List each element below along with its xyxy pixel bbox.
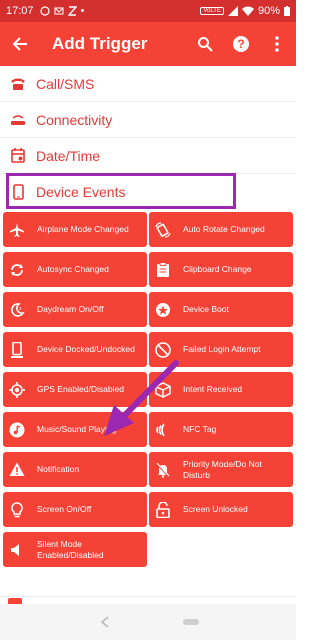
trigger-clipboard[interactable]: Clipboard Change (149, 252, 293, 287)
trigger-device-docked[interactable]: Device Docked/Undocked (3, 332, 147, 367)
tile-label: Clipboard Change (183, 264, 252, 275)
svg-text:z: z (19, 306, 22, 312)
tile-label: NFC Tag (183, 424, 217, 435)
moon-icon: z (9, 302, 25, 318)
category-label: Call/SMS (36, 75, 95, 92)
tile-label: Screen On/Off (37, 504, 92, 515)
cube-icon (155, 381, 171, 398)
trigger-daydream[interactable]: z Daydream On/Off (3, 292, 147, 327)
unlock-icon (155, 501, 171, 518)
tile-label: Auto Rotate Changed (183, 224, 265, 235)
smartphone-icon (10, 184, 26, 200)
warning-icon (9, 462, 25, 478)
category-date-time[interactable]: Date/Time (0, 138, 296, 174)
tile-label: Device Boot (183, 304, 229, 315)
battery-percent: 90% (257, 5, 280, 17)
tile-label: Autosync Changed (37, 264, 109, 275)
status-bar: 17:07 • VoLTE 90% (0, 0, 296, 22)
nav-back-icon[interactable] (97, 614, 113, 630)
system-nav-bar (0, 604, 296, 640)
tile-label: GPS Enabled/Disabled (37, 384, 124, 395)
category-label: Connectivity (36, 111, 113, 128)
more-vert-icon[interactable] (266, 33, 288, 55)
tile-label: Screen Unlocked (183, 504, 248, 515)
notification-icons: • (39, 5, 85, 17)
category-label: Device Events (36, 184, 126, 200)
calendar-icon (10, 148, 26, 164)
bulb-icon (9, 501, 25, 518)
trigger-nfc-tag[interactable]: NFC Tag (149, 412, 293, 447)
trigger-notification[interactable]: Notification (3, 452, 147, 487)
nfc-icon (155, 422, 171, 438)
clipboard-icon (155, 261, 171, 278)
category-label: Date/Time (36, 147, 101, 164)
trigger-device-boot[interactable]: Device Boot (149, 292, 293, 327)
next-category-peek (0, 596, 296, 604)
trigger-priority-mode[interactable]: Priority Mode/Do Not Disturb (149, 452, 293, 487)
music-icon (9, 422, 25, 438)
category-device-events[interactable]: Device Events (0, 174, 296, 210)
sync-icon (9, 262, 25, 278)
tile-label: Notification (37, 464, 80, 475)
router-icon (10, 112, 26, 128)
rotate-icon (155, 221, 171, 238)
phone-dock-icon (9, 341, 25, 358)
trigger-failed-login[interactable]: Failed Login Attempt (149, 332, 293, 367)
status-time: 17:07 (6, 5, 34, 17)
battery-icon (284, 6, 290, 16)
more-dot-icon: • (80, 5, 85, 17)
z-app-icon (67, 6, 77, 16)
trigger-screen-unlocked[interactable]: Screen Unlocked (149, 492, 293, 527)
page-title: Add Trigger (52, 34, 148, 53)
tile-label: Priority Mode/Do Not Disturb (183, 458, 262, 480)
speaker-icon (9, 542, 25, 558)
signal-icon (227, 6, 238, 16)
tile-label: Daydream On/Off (37, 304, 104, 315)
trigger-auto-rotate[interactable]: Auto Rotate Changed (149, 212, 293, 247)
trigger-intent-received[interactable]: Intent Received (149, 372, 293, 407)
back-arrow-icon[interactable] (8, 32, 32, 56)
bell-off-icon (155, 462, 171, 478)
volte-badge: VoLTE (200, 7, 224, 15)
tile-label: Airplane Mode Changed (37, 224, 129, 235)
tile-label: Device Docked/Undocked (37, 344, 135, 355)
help-icon[interactable]: ? (230, 33, 252, 55)
boot-icon (155, 302, 171, 318)
tile-label: Music/Sound Playing (37, 424, 117, 435)
whatsapp-icon (39, 6, 50, 16)
trigger-screen-on-off[interactable]: Screen On/Off (3, 492, 147, 527)
trigger-music-sound[interactable]: Music/Sound Playing (3, 412, 147, 447)
nav-home-icon[interactable] (183, 614, 199, 630)
airplane-icon (9, 222, 25, 238)
trigger-silent-mode[interactable]: Silent Mode Enabled/Disabled (3, 532, 147, 567)
gps-icon (9, 381, 25, 398)
wifi-icon (241, 6, 254, 16)
tile-label: Silent Mode Enabled/Disabled (37, 538, 104, 560)
category-call-sms[interactable]: Call/SMS (0, 66, 296, 102)
tile-label: Failed Login Attempt (183, 344, 261, 355)
phone-icon (10, 76, 26, 92)
lock-fail-icon (155, 341, 171, 358)
app-bar: Add Trigger ? (0, 22, 296, 66)
trigger-gps[interactable]: GPS Enabled/Disabled (3, 372, 147, 407)
trigger-airplane-mode[interactable]: Airplane Mode Changed (3, 212, 147, 247)
svg-text:?: ? (237, 37, 244, 51)
category-connectivity[interactable]: Connectivity (0, 102, 296, 138)
trigger-autosync[interactable]: Autosync Changed (3, 252, 147, 287)
mail-icon (54, 7, 64, 15)
tile-label: Intent Received (183, 384, 243, 395)
search-icon[interactable] (194, 33, 216, 55)
